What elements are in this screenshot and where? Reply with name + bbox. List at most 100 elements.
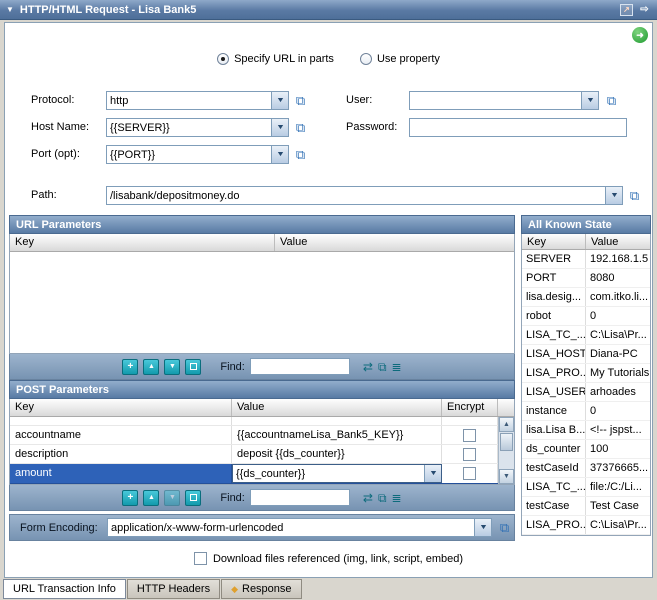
- url-key-column-header[interactable]: Key: [10, 234, 275, 251]
- scroll-up-button[interactable]: ▲: [499, 417, 514, 432]
- state-row[interactable]: testCaseTest Case: [522, 497, 650, 516]
- forward-arrow-icon[interactable]: ⇨: [638, 4, 651, 16]
- state-value: 100: [586, 440, 650, 458]
- tab-response[interactable]: ◆ Response: [221, 579, 301, 599]
- post-delete-row-button[interactable]: [185, 490, 201, 506]
- state-row[interactable]: LISA_PRO...My Tutorials: [522, 364, 650, 383]
- radio-label: Use property: [377, 53, 440, 65]
- state-row[interactable]: SERVER192.168.1.5: [522, 250, 650, 269]
- protocol-property-icon[interactable]: ⧉: [293, 93, 308, 108]
- host-name-input[interactable]: [107, 119, 271, 136]
- up-arrow-icon: ▲: [148, 360, 155, 374]
- state-value-column-header[interactable]: Value: [586, 234, 650, 249]
- radio-use-property[interactable]: Use property: [360, 53, 440, 65]
- form-encoding-property-icon[interactable]: ⧉: [497, 520, 512, 535]
- host-name-property-icon[interactable]: ⧉: [293, 120, 308, 135]
- post-vertical-scrollbar[interactable]: ▲ ▼: [498, 417, 514, 484]
- state-row[interactable]: lisa.desig...com.itko.li...: [522, 288, 650, 307]
- radio-specify-url-in-parts[interactable]: Specify URL in parts: [217, 53, 334, 65]
- post-swap-columns-icon[interactable]: ⇄: [363, 490, 373, 506]
- host-name-dropdown-button[interactable]: [271, 119, 288, 136]
- post-move-up-button[interactable]: ▲: [143, 490, 159, 506]
- url-find-input[interactable]: [250, 358, 350, 375]
- all-known-state-table: Key Value SERVER192.168.1.5 PORT8080 lis…: [521, 234, 651, 536]
- accountname-encrypt-checkbox[interactable]: [463, 429, 476, 442]
- post-find-input[interactable]: [250, 489, 350, 506]
- post-key-column-header[interactable]: Key: [10, 399, 232, 416]
- post-value-column-header[interactable]: Value: [232, 399, 442, 416]
- post-list-view-icon[interactable]: ≣: [392, 490, 402, 506]
- state-row[interactable]: lisa.Lisa B...<!-- jspst...: [522, 421, 650, 440]
- post-encrypt-column-header[interactable]: Encrypt: [442, 399, 498, 416]
- url-copy-rows-icon[interactable]: ⧉: [378, 359, 387, 375]
- post-move-down-button[interactable]: ▼: [164, 490, 180, 506]
- state-value: com.itko.li...: [586, 288, 650, 306]
- state-value: Diana-PC: [586, 345, 650, 363]
- post-param-row-clipped[interactable]: [10, 417, 514, 426]
- post-copy-rows-icon[interactable]: ⧉: [378, 490, 387, 506]
- tab-url-transaction-info[interactable]: URL Transaction Info: [3, 579, 126, 599]
- state-row[interactable]: instance0: [522, 402, 650, 421]
- param-key-cell: amount: [10, 464, 232, 483]
- url-value-column-header[interactable]: Value: [275, 234, 514, 251]
- collapse-arrow-icon[interactable]: ▼: [6, 5, 14, 15]
- go-arrow-icon[interactable]: ➜: [632, 27, 648, 43]
- form-encoding-input[interactable]: [108, 519, 474, 536]
- protocol-combo: [106, 91, 289, 110]
- param-encrypt-cell: [442, 464, 498, 483]
- bottom-tab-bar: URL Transaction Info HTTP Headers ◆ Resp…: [0, 579, 657, 600]
- state-row[interactable]: ds_counter100: [522, 440, 650, 459]
- url-list-view-icon[interactable]: ≣: [392, 359, 402, 375]
- post-parameters-table: Key Value Encrypt accountname {{accountn…: [9, 399, 515, 485]
- state-key-column-header[interactable]: Key: [522, 234, 586, 249]
- state-row[interactable]: LISA_PRO...C:\Lisa\Pr...: [522, 516, 650, 535]
- scroll-down-button[interactable]: ▼: [499, 469, 514, 484]
- state-row[interactable]: PORT8080: [522, 269, 650, 288]
- url-swap-columns-icon[interactable]: ⇄: [363, 359, 373, 375]
- url-parameters-header: URL Parameters: [9, 215, 515, 234]
- host-name-combo: [106, 118, 289, 137]
- port-input[interactable]: [107, 146, 271, 163]
- down-arrow-icon: ▼: [169, 491, 176, 505]
- url-add-row-button[interactable]: +: [122, 359, 138, 375]
- post-param-row-description[interactable]: description deposit {{ds_counter}}: [10, 445, 514, 464]
- url-parameters-empty-body[interactable]: [10, 252, 514, 354]
- amount-encrypt-checkbox[interactable]: [463, 467, 476, 480]
- url-delete-row-button[interactable]: [185, 359, 201, 375]
- user-combo: [409, 91, 599, 110]
- state-row[interactable]: LISA_HOSTDiana-PC: [522, 345, 650, 364]
- user-input[interactable]: [410, 92, 581, 109]
- state-row[interactable]: testCaseId37376665...: [522, 459, 650, 478]
- form-encoding-dropdown-button[interactable]: [474, 519, 491, 536]
- response-diamond-icon: ◆: [231, 585, 238, 594]
- post-param-row-amount-selected[interactable]: amount: [10, 464, 514, 484]
- state-row[interactable]: robot0: [522, 307, 650, 326]
- scroll-thumb[interactable]: [500, 433, 513, 451]
- user-dropdown-button[interactable]: [581, 92, 598, 109]
- state-row[interactable]: LISA_USERarhoades: [522, 383, 650, 402]
- url-move-down-button[interactable]: ▼: [164, 359, 180, 375]
- post-add-row-button[interactable]: +: [122, 490, 138, 506]
- download-files-option[interactable]: Download files referenced (img, link, sc…: [5, 552, 652, 565]
- path-dropdown-button[interactable]: [605, 187, 622, 204]
- post-param-row-accountname[interactable]: accountname {{accountnameLisa_Bank5_KEY}…: [10, 426, 514, 445]
- amount-value-dropdown-button[interactable]: [424, 465, 441, 482]
- description-encrypt-checkbox[interactable]: [463, 448, 476, 461]
- state-row[interactable]: LISA_TC_...file:/C:/Li...: [522, 478, 650, 497]
- protocol-dropdown-button[interactable]: [271, 92, 288, 109]
- url-move-up-button[interactable]: ▲: [143, 359, 159, 375]
- password-label: Password:: [346, 121, 397, 133]
- password-input[interactable]: [409, 118, 627, 137]
- amount-value-input[interactable]: [233, 465, 424, 482]
- float-window-icon[interactable]: ↗: [620, 4, 633, 16]
- protocol-input[interactable]: [107, 92, 271, 109]
- user-property-icon[interactable]: ⧉: [604, 93, 619, 108]
- window-titlebar[interactable]: ▼ HTTP/HTML Request - Lisa Bank5 ↗ ⇨: [0, 0, 657, 20]
- path-property-icon[interactable]: ⧉: [627, 188, 642, 203]
- path-input[interactable]: [107, 187, 605, 204]
- port-property-icon[interactable]: ⧉: [293, 147, 308, 162]
- state-row[interactable]: LISA_TC_...C:\Lisa\Pr...: [522, 326, 650, 345]
- port-dropdown-button[interactable]: [271, 146, 288, 163]
- tab-http-headers[interactable]: HTTP Headers: [127, 579, 220, 599]
- download-files-checkbox[interactable]: [194, 552, 207, 565]
